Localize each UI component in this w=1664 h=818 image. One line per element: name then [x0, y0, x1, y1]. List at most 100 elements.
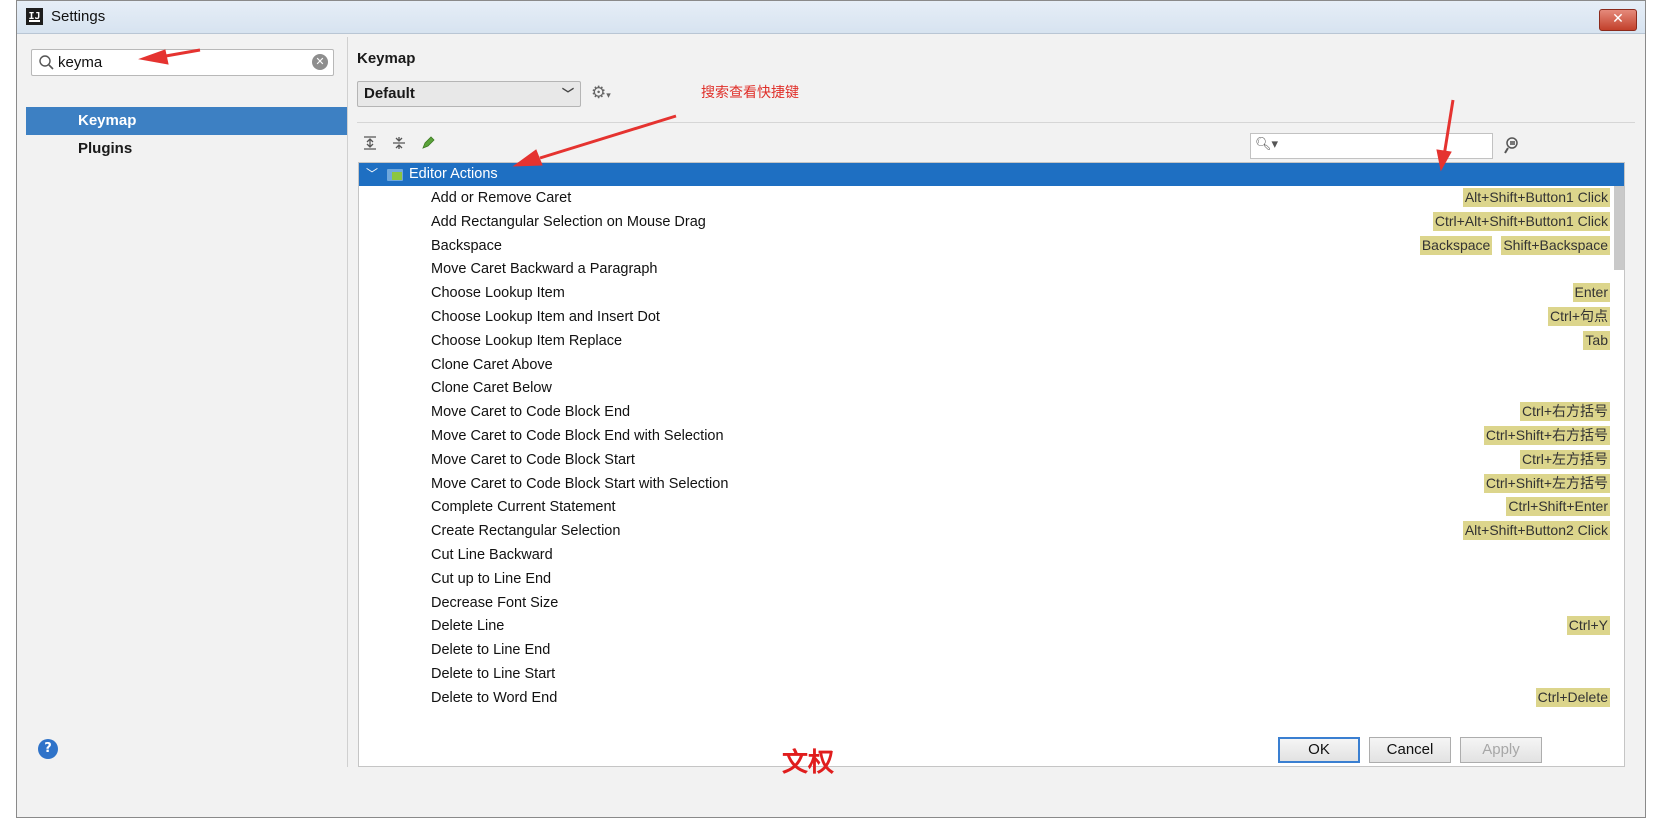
- action-name: Delete to Line End: [431, 642, 551, 659]
- shortcut-list: Ctrl+Delete: [1535, 686, 1610, 707]
- help-icon[interactable]: ?: [38, 739, 58, 759]
- shortcut-list: Ctrl+句点: [1548, 305, 1610, 326]
- action-name: Create Rectangular Selection: [431, 523, 621, 540]
- window-title: Settings: [51, 8, 106, 25]
- action-name: Decrease Font Size: [431, 594, 559, 611]
- tree-row[interactable]: Complete Current Statement Ctrl+Shift+Ent…: [359, 495, 1610, 519]
- keymap-scheme-value: Default: [364, 85, 415, 102]
- shortcut-list: Ctrl+Y: [1566, 614, 1610, 636]
- shortcut-badge: Ctrl+Alt+Shift+Button1 Click: [1432, 211, 1610, 231]
- action-name: Clone Caret Below: [431, 380, 552, 397]
- keymap-scheme-dropdown[interactable]: Default ﹀: [357, 81, 581, 107]
- shortcut-list: Backspace Shift+Backspace: [1419, 234, 1610, 255]
- chevron-down-icon: ﹀: [561, 87, 574, 101]
- tree-row[interactable]: Backspace Backspace Shift+Backspace: [359, 234, 1610, 258]
- ok-button[interactable]: OK: [1278, 737, 1360, 763]
- title-bar: IJ Settings ✕: [17, 1, 1645, 34]
- tree-row[interactable]: Clone Caret Below: [359, 376, 1610, 400]
- shortcut-badge: Backspace: [1419, 235, 1493, 255]
- gear-icon[interactable]: ⚙▾: [591, 83, 611, 103]
- shortcut-list: Ctrl+左方括号: [1520, 448, 1610, 469]
- search-input[interactable]: [58, 53, 298, 72]
- action-name: Choose Lookup Item and Insert Dot: [431, 309, 660, 325]
- action-name: Cut Line Backward: [431, 547, 553, 563]
- tree-row[interactable]: Move Caret Backward a Paragraph: [359, 257, 1610, 281]
- shortcut-list: Ctrl+右方括号: [1520, 400, 1610, 422]
- keymap-actions-tree: ﹀ Editor Actions Add or Remove Caret Alt+…: [358, 162, 1625, 767]
- find-by-shortcut-icon[interactable]: [1503, 135, 1523, 159]
- tree-row[interactable]: Choose Lookup Item Replace Tab: [359, 329, 1610, 353]
- action-name: Delete to Word End: [431, 689, 558, 706]
- action-name: Move Caret Backward a Paragraph: [431, 261, 658, 278]
- tree-group-editor-actions[interactable]: ﹀ Editor Actions: [359, 163, 1624, 186]
- settings-window: IJ Settings ✕ ✕ Keymap Plugins Keymap De…: [16, 0, 1646, 818]
- action-name: Move Caret to Code Block End with Select…: [431, 428, 724, 444]
- annotation-label: 搜索查看快捷键: [701, 85, 799, 101]
- action-name: Delete Line: [431, 618, 505, 635]
- shortcut-badge: Ctrl+右方括号: [1520, 402, 1610, 422]
- action-name: Choose Lookup Item: [431, 285, 565, 302]
- tree-row[interactable]: Move Caret to Code Block Start with Sele…: [359, 472, 1610, 496]
- tree-row[interactable]: Create Rectangular Selection Alt+Shift+Bu…: [359, 519, 1610, 543]
- edit-pencil-icon[interactable]: [419, 135, 437, 153]
- action-name: Cut up to Line End: [431, 570, 552, 587]
- action-name: Choose Lookup Item Replace: [431, 332, 623, 349]
- shortcut-badge: Ctrl+左方括号: [1520, 449, 1610, 469]
- shortcut-list: Alt+Shift+Button2 Click: [1462, 519, 1610, 541]
- tree-row[interactable]: Move Caret to Code Block Start Ctrl+左方括号: [359, 448, 1610, 472]
- shortcut-list: Ctrl+Shift+Enter: [1506, 495, 1610, 517]
- shortcut-badge: Tab: [1583, 330, 1610, 350]
- page-title: Keymap: [357, 50, 416, 67]
- shortcut-badge: Ctrl+Shift+Enter: [1506, 497, 1610, 517]
- shortcut-filter-input[interactable]: 🔍︎▾: [1250, 133, 1493, 159]
- watermark-text: 文权: [782, 748, 835, 778]
- tree-row[interactable]: Delete Line Ctrl+Y: [359, 614, 1610, 638]
- tree-row[interactable]: Clone Caret Above: [359, 353, 1610, 377]
- shortcut-list: Alt+Shift+Button1 Click: [1462, 186, 1610, 207]
- shortcut-list: Ctrl+Shift+右方括号: [1483, 424, 1610, 445]
- folder-icon: [387, 169, 403, 181]
- divider: [357, 122, 1635, 123]
- sidebar-item-keymap[interactable]: Keymap: [26, 107, 347, 135]
- action-name: Move Caret to Code Block End: [431, 404, 631, 421]
- search-dropdown-icon[interactable]: 🔍︎▾: [1255, 137, 1278, 152]
- tree-row[interactable]: Cut up to Line End: [359, 567, 1610, 591]
- collapse-all-icon[interactable]: [390, 135, 408, 153]
- shortcut-list: Ctrl+Alt+Shift+Button1 Click: [1432, 210, 1610, 231]
- tree-row[interactable]: Delete to Line Start: [359, 662, 1610, 686]
- shortcut-list: Tab: [1583, 329, 1610, 350]
- settings-search-field[interactable]: ✕: [31, 49, 334, 76]
- tree-row[interactable]: Add or Remove Caret Alt+Shift+Button1 Cli…: [359, 186, 1610, 210]
- sidebar-item-plugins[interactable]: Plugins: [26, 135, 347, 163]
- tree-row[interactable]: Choose Lookup Item Enter: [359, 281, 1610, 305]
- intellij-icon: IJ: [26, 8, 43, 25]
- apply-button[interactable]: Apply: [1460, 737, 1542, 763]
- close-button[interactable]: ✕: [1599, 9, 1637, 31]
- tree-row[interactable]: Delete to Word End Ctrl+Delete: [359, 686, 1610, 710]
- tree-row[interactable]: Add Rectangular Selection on Mouse Drag C…: [359, 210, 1610, 234]
- action-name: Delete to Line Start: [431, 666, 556, 682]
- tree-row[interactable]: Delete to Line End: [359, 638, 1610, 662]
- tree-row[interactable]: Move Caret to Code Block End Ctrl+右方括号: [359, 400, 1610, 424]
- tree-row[interactable]: Choose Lookup Item and Insert Dot Ctrl+句点: [359, 305, 1610, 329]
- shortcut-badge: Ctrl+句点: [1548, 307, 1610, 326]
- action-name: Add Rectangular Selection on Mouse Drag: [431, 213, 706, 230]
- tree-row[interactable]: Move Caret to Code Block End with Select…: [359, 424, 1610, 448]
- action-name: Move Caret to Code Block Start with Sele…: [431, 475, 729, 492]
- chevron-down-icon[interactable]: ﹀: [366, 163, 378, 186]
- shortcut-badge: Ctrl+Y: [1566, 616, 1610, 636]
- shortcut-list: Ctrl+Shift+左方括号: [1483, 472, 1610, 493]
- action-name: Backspace: [431, 237, 502, 254]
- action-name: Complete Current Statement: [431, 499, 616, 516]
- group-label: Editor Actions: [409, 166, 498, 182]
- scrollbar-thumb[interactable]: [1614, 186, 1624, 270]
- shortcut-badge: Shift+Backspace: [1501, 235, 1610, 255]
- shortcut-badge: Alt+Shift+Button2 Click: [1462, 521, 1610, 541]
- expand-all-icon[interactable]: [361, 135, 379, 153]
- action-name: Add or Remove Caret: [431, 190, 572, 206]
- clear-search-icon[interactable]: ✕: [312, 54, 328, 70]
- shortcut-badge: Enter: [1572, 283, 1610, 303]
- tree-row[interactable]: Decrease Font Size: [359, 591, 1610, 615]
- cancel-button[interactable]: Cancel: [1369, 737, 1451, 763]
- tree-row[interactable]: Cut Line Backward: [359, 543, 1610, 567]
